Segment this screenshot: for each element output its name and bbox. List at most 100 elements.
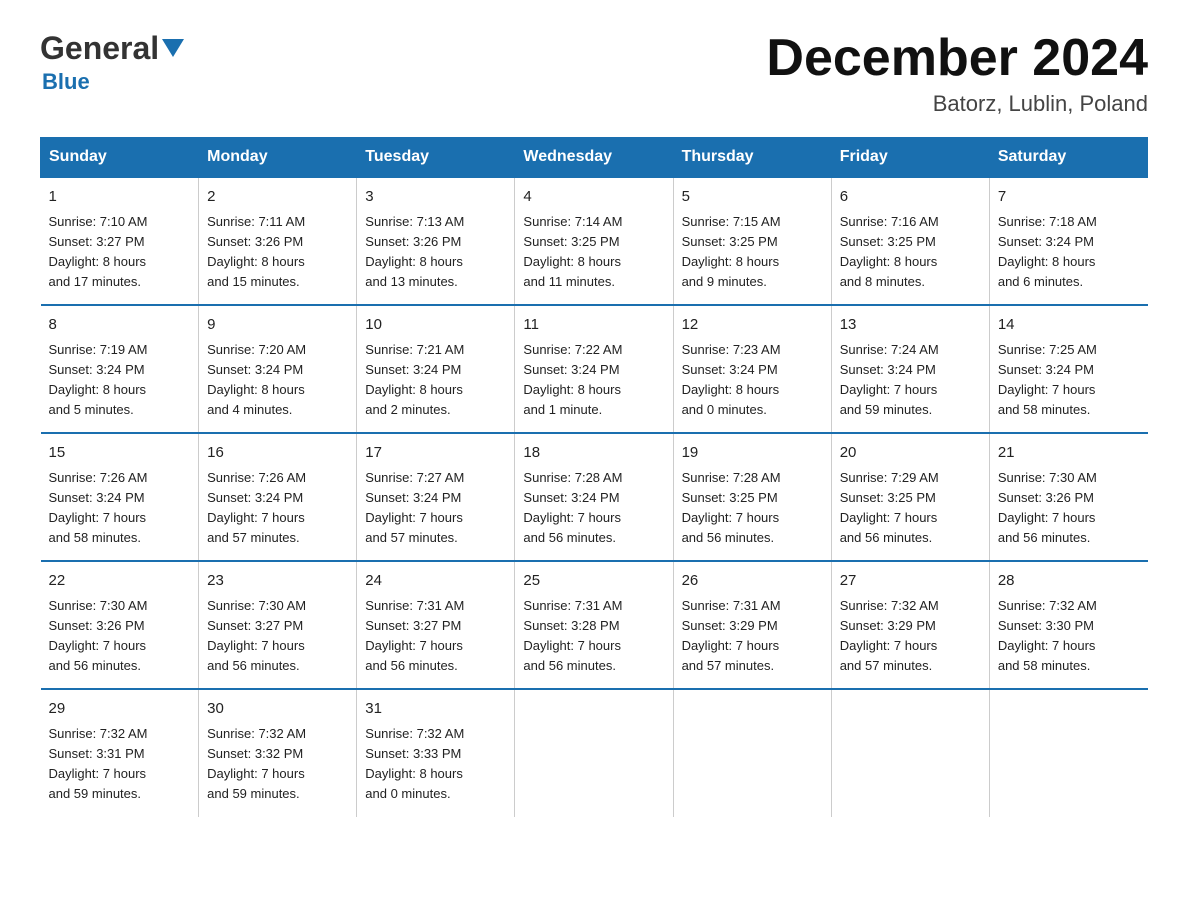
day-cell: 1 Sunrise: 7:10 AMSunset: 3:27 PMDaylight…: [41, 177, 199, 305]
day-number: 13: [840, 314, 981, 337]
day-info: Sunrise: 7:31 AMSunset: 3:27 PMDaylight:…: [365, 598, 464, 673]
day-cell: 25 Sunrise: 7:31 AMSunset: 3:28 PMDayligh…: [515, 561, 673, 689]
day-cell: 30 Sunrise: 7:32 AMSunset: 3:32 PMDayligh…: [199, 689, 357, 816]
week-row-4: 22 Sunrise: 7:30 AMSunset: 3:26 PMDayligh…: [41, 561, 1148, 689]
day-number: 24: [365, 570, 506, 593]
day-number: 7: [998, 186, 1140, 209]
day-info: Sunrise: 7:26 AMSunset: 3:24 PMDaylight:…: [207, 470, 306, 545]
day-number: 4: [523, 186, 664, 209]
day-info: Sunrise: 7:24 AMSunset: 3:24 PMDaylight:…: [840, 342, 939, 417]
day-info: Sunrise: 7:18 AMSunset: 3:24 PMDaylight:…: [998, 214, 1097, 289]
day-cell: 21 Sunrise: 7:30 AMSunset: 3:26 PMDayligh…: [989, 433, 1147, 561]
day-number: 12: [682, 314, 823, 337]
day-number: 25: [523, 570, 664, 593]
day-cell: 10Sunrise: 7:21 AMSunset: 3:24 PMDayligh…: [357, 305, 515, 433]
day-number: 30: [207, 698, 348, 721]
day-info: Sunrise: 7:32 AMSunset: 3:33 PMDaylight:…: [365, 726, 464, 801]
day-info: Sunrise: 7:11 AMSunset: 3:26 PMDaylight:…: [207, 214, 305, 289]
day-cell: 17 Sunrise: 7:27 AMSunset: 3:24 PMDayligh…: [357, 433, 515, 561]
day-number: 9: [207, 314, 348, 337]
logo-general-text: General: [40, 30, 159, 67]
day-number: 6: [840, 186, 981, 209]
day-number: 27: [840, 570, 981, 593]
day-info: Sunrise: 7:28 AMSunset: 3:24 PMDaylight:…: [523, 470, 622, 545]
day-number: 11: [523, 314, 664, 337]
day-cell: 20 Sunrise: 7:29 AMSunset: 3:25 PMDayligh…: [831, 433, 989, 561]
day-info: Sunrise: 7:30 AMSunset: 3:27 PMDaylight:…: [207, 598, 306, 673]
day-cell: 2 Sunrise: 7:11 AMSunset: 3:26 PMDaylight…: [199, 177, 357, 305]
week-row-5: 29Sunrise: 7:32 AMSunset: 3:31 PMDayligh…: [41, 689, 1148, 816]
weekday-header-row: SundayMondayTuesdayWednesdayThursdayFrid…: [41, 138, 1148, 178]
day-number: 29: [49, 698, 191, 721]
day-cell: 26 Sunrise: 7:31 AMSunset: 3:29 PMDayligh…: [673, 561, 831, 689]
day-cell: 3Sunrise: 7:13 AMSunset: 3:26 PMDaylight…: [357, 177, 515, 305]
location-text: Batorz, Lublin, Poland: [766, 91, 1148, 117]
month-title: December 2024: [766, 30, 1148, 87]
week-row-2: 8 Sunrise: 7:19 AMSunset: 3:24 PMDaylight…: [41, 305, 1148, 433]
page-header: General Blue December 2024 Batorz, Lubli…: [40, 30, 1148, 117]
day-number: 23: [207, 570, 348, 593]
day-cell: 31 Sunrise: 7:32 AMSunset: 3:33 PMDayligh…: [357, 689, 515, 816]
day-cell: 7 Sunrise: 7:18 AMSunset: 3:24 PMDaylight…: [989, 177, 1147, 305]
day-info: Sunrise: 7:30 AMSunset: 3:26 PMDaylight:…: [49, 598, 148, 673]
day-info: Sunrise: 7:21 AMSunset: 3:24 PMDaylight:…: [365, 342, 464, 417]
day-info: Sunrise: 7:27 AMSunset: 3:24 PMDaylight:…: [365, 470, 464, 545]
day-info: Sunrise: 7:32 AMSunset: 3:30 PMDaylight:…: [998, 598, 1097, 673]
day-info: Sunrise: 7:29 AMSunset: 3:25 PMDaylight:…: [840, 470, 939, 545]
day-info: Sunrise: 7:32 AMSunset: 3:32 PMDaylight:…: [207, 726, 306, 801]
day-cell: 12 Sunrise: 7:23 AMSunset: 3:24 PMDayligh…: [673, 305, 831, 433]
day-cell: [673, 689, 831, 816]
day-info: Sunrise: 7:23 AMSunset: 3:24 PMDaylight:…: [682, 342, 781, 417]
day-info: Sunrise: 7:10 AMSunset: 3:27 PMDaylight:…: [49, 214, 148, 289]
day-info: Sunrise: 7:31 AMSunset: 3:29 PMDaylight:…: [682, 598, 781, 673]
logo-icon: General: [40, 30, 184, 67]
day-cell: 29Sunrise: 7:32 AMSunset: 3:31 PMDayligh…: [41, 689, 199, 816]
day-info: Sunrise: 7:19 AMSunset: 3:24 PMDaylight:…: [49, 342, 148, 417]
day-info: Sunrise: 7:15 AMSunset: 3:25 PMDaylight:…: [682, 214, 781, 289]
day-number: 20: [840, 442, 981, 465]
day-number: 21: [998, 442, 1140, 465]
day-cell: 22 Sunrise: 7:30 AMSunset: 3:26 PMDayligh…: [41, 561, 199, 689]
day-number: 17: [365, 442, 506, 465]
logo: General Blue: [40, 30, 184, 95]
day-number: 3: [365, 186, 506, 209]
day-cell: [989, 689, 1147, 816]
day-info: Sunrise: 7:31 AMSunset: 3:28 PMDaylight:…: [523, 598, 622, 673]
weekday-header-wednesday: Wednesday: [515, 138, 673, 178]
day-info: Sunrise: 7:26 AMSunset: 3:24 PMDaylight:…: [49, 470, 148, 545]
day-cell: 27 Sunrise: 7:32 AMSunset: 3:29 PMDayligh…: [831, 561, 989, 689]
day-number: 1: [49, 186, 191, 209]
day-number: 15: [49, 442, 191, 465]
day-cell: 4 Sunrise: 7:14 AMSunset: 3:25 PMDaylight…: [515, 177, 673, 305]
day-number: 8: [49, 314, 191, 337]
day-number: 19: [682, 442, 823, 465]
day-cell: 16 Sunrise: 7:26 AMSunset: 3:24 PMDayligh…: [199, 433, 357, 561]
day-number: 31: [365, 698, 506, 721]
day-cell: [515, 689, 673, 816]
week-row-3: 15 Sunrise: 7:26 AMSunset: 3:24 PMDayligh…: [41, 433, 1148, 561]
day-cell: 9Sunrise: 7:20 AMSunset: 3:24 PMDaylight…: [199, 305, 357, 433]
day-cell: 24 Sunrise: 7:31 AMSunset: 3:27 PMDayligh…: [357, 561, 515, 689]
day-number: 26: [682, 570, 823, 593]
day-info: Sunrise: 7:14 AMSunset: 3:25 PMDaylight:…: [523, 214, 622, 289]
weekday-header-thursday: Thursday: [673, 138, 831, 178]
day-info: Sunrise: 7:16 AMSunset: 3:25 PMDaylight:…: [840, 214, 939, 289]
logo-blue-text: Blue: [42, 69, 90, 95]
day-info: Sunrise: 7:32 AMSunset: 3:29 PMDaylight:…: [840, 598, 939, 673]
day-info: Sunrise: 7:30 AMSunset: 3:26 PMDaylight:…: [998, 470, 1097, 545]
weekday-header-tuesday: Tuesday: [357, 138, 515, 178]
day-cell: 15 Sunrise: 7:26 AMSunset: 3:24 PMDayligh…: [41, 433, 199, 561]
day-number: 28: [998, 570, 1140, 593]
weekday-header-saturday: Saturday: [989, 138, 1147, 178]
day-number: 2: [207, 186, 348, 209]
day-number: 16: [207, 442, 348, 465]
day-info: Sunrise: 7:28 AMSunset: 3:25 PMDaylight:…: [682, 470, 781, 545]
day-cell: [831, 689, 989, 816]
week-row-1: 1 Sunrise: 7:10 AMSunset: 3:27 PMDaylight…: [41, 177, 1148, 305]
day-cell: 23 Sunrise: 7:30 AMSunset: 3:27 PMDayligh…: [199, 561, 357, 689]
day-number: 14: [998, 314, 1140, 337]
day-number: 5: [682, 186, 823, 209]
day-info: Sunrise: 7:25 AMSunset: 3:24 PMDaylight:…: [998, 342, 1097, 417]
day-number: 22: [49, 570, 191, 593]
day-cell: 8 Sunrise: 7:19 AMSunset: 3:24 PMDaylight…: [41, 305, 199, 433]
